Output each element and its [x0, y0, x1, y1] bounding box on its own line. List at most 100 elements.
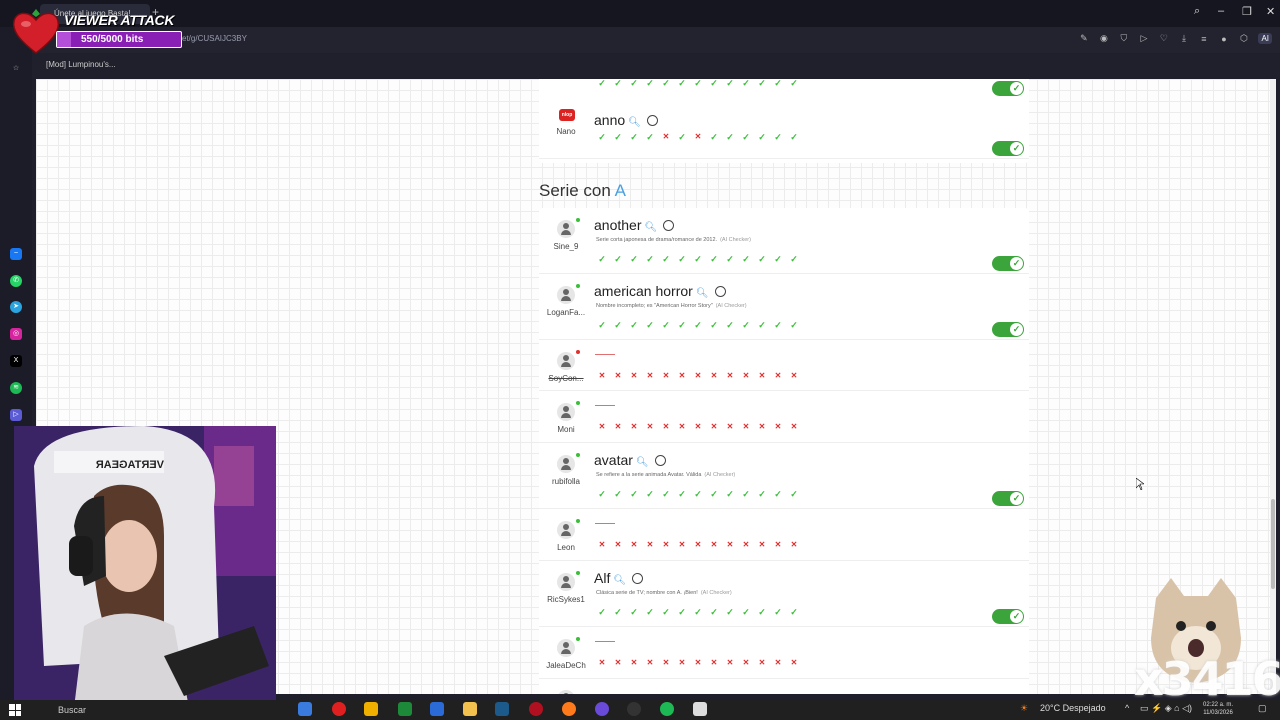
whatsapp-icon[interactable]: ✆	[10, 275, 22, 287]
x-icon[interactable]: X	[10, 355, 22, 367]
empty-answer	[595, 523, 615, 524]
search-icon[interactable]: ⌕	[1194, 5, 1200, 18]
title-bar	[0, 0, 1280, 27]
avatar	[557, 690, 575, 694]
instagram-icon[interactable]: ◎	[10, 328, 22, 340]
steam-icon[interactable]	[495, 702, 509, 716]
valid-toggle[interactable]	[992, 256, 1024, 271]
bookmark-item[interactable]: [Mod] Lumpinou's...	[46, 60, 116, 69]
shield-icon[interactable]: ⛉	[1118, 33, 1129, 44]
emoji-icon[interactable]	[646, 115, 658, 126]
close-button[interactable]: ✕	[1266, 5, 1275, 18]
search-icon[interactable]: 🔍︎	[613, 575, 626, 586]
windows-start-icon[interactable]	[9, 704, 21, 716]
folder-icon[interactable]	[463, 702, 477, 716]
ai-button[interactable]: AI	[1258, 33, 1272, 44]
emoji-icon[interactable]	[714, 286, 726, 297]
check-icon: ✓	[678, 79, 686, 88]
edit-icon[interactable]: ✎	[1078, 33, 1089, 44]
excel-icon[interactable]	[398, 702, 412, 716]
username: Sine_9	[553, 242, 579, 251]
search-icon[interactable]: 🔍︎	[628, 117, 641, 128]
check-icon: ✓	[790, 489, 798, 499]
check-icon: ✓	[710, 254, 718, 264]
tray-chevron-icon[interactable]: ^	[1125, 703, 1129, 713]
profile-icon[interactable]: ●	[1218, 34, 1229, 44]
extension-sidebar-icon[interactable]: ▷	[10, 409, 22, 421]
menu-icon[interactable]: ≡	[1198, 34, 1209, 44]
check-icon: ✓	[758, 254, 766, 264]
taskbar-app-icon[interactable]	[298, 702, 312, 716]
valid-toggle[interactable]	[992, 81, 1024, 96]
username: Nano	[556, 127, 576, 136]
svg-text:VERTAGEAR: VERTAGEAR	[96, 459, 164, 471]
telegram-icon[interactable]: ➤	[10, 301, 22, 313]
cross-icon: ✕	[710, 540, 718, 549]
valid-toggle[interactable]	[992, 609, 1024, 624]
valid-toggle[interactable]	[992, 141, 1024, 156]
extension-icon[interactable]: ⬡	[1238, 33, 1249, 44]
emoji-icon[interactable]	[663, 220, 675, 231]
maximize-button[interactable]: ❐	[1242, 5, 1252, 18]
check-icon: ✓	[710, 132, 718, 142]
status-dot	[576, 637, 580, 641]
taskbar-search[interactable]: Buscar	[32, 702, 232, 718]
minimize-button[interactable]: –	[1218, 5, 1224, 17]
check-icon: ✓	[598, 79, 606, 88]
search-icon[interactable]: 🔍︎	[696, 288, 709, 299]
ai-note-text: Se refiere a la serie animada Avatar. Vá…	[596, 472, 702, 478]
check-icon: ✓	[758, 320, 766, 330]
spotify-icon[interactable]: ≋	[10, 382, 22, 394]
notification-icon[interactable]: ▢	[1258, 703, 1267, 714]
heart-icon[interactable]: ♡	[1158, 33, 1169, 44]
cross-icon: ✕	[774, 371, 782, 380]
player-entry: JaleaDeCh ✕ ✕ ✕ ✕ ✕ ✕ ✕ ✕ ✕ ✕ ✕ ✕ ✕	[539, 627, 1029, 679]
scrollbar[interactable]	[1270, 79, 1276, 694]
player-entry: Leon ✕ ✕ ✕ ✕ ✕ ✕ ✕ ✕ ✕ ✕ ✕ ✕ ✕	[539, 509, 1029, 561]
mail-icon[interactable]	[430, 702, 444, 716]
check-icon: ✓	[758, 132, 766, 142]
firefox-icon[interactable]	[562, 702, 576, 716]
ai-note: Serie corta japonesa de drama/romance de…	[596, 237, 751, 243]
app-red-icon[interactable]	[529, 702, 543, 716]
username: Leon	[557, 543, 575, 552]
url-field[interactable]: et/g/CUSAIJC3BY	[182, 34, 247, 43]
taskbar-clock[interactable]: 02:22 a. m. 11/03/2026	[1203, 701, 1233, 717]
check-icon: ✓	[662, 489, 670, 499]
answer-text: avatar	[594, 452, 633, 468]
opera-icon[interactable]	[332, 702, 346, 716]
cross-icon: ✕	[646, 658, 654, 667]
discord-icon[interactable]	[595, 702, 609, 716]
valid-toggle[interactable]	[992, 322, 1024, 337]
play-icon[interactable]: ▷	[1138, 33, 1149, 44]
calendar-icon[interactable]	[364, 702, 378, 716]
tray-icons[interactable]: ▭ ⚡ ◈ ⌂ ◁)	[1140, 703, 1192, 714]
emoji-icon[interactable]	[654, 455, 666, 466]
avatar	[557, 455, 575, 473]
spotify-taskbar-icon[interactable]	[660, 702, 674, 716]
search-icon[interactable]: 🔍︎	[636, 457, 649, 468]
check-icon: ✓	[726, 607, 734, 617]
check-icon: ✓	[774, 132, 782, 142]
check-icon: ✓	[630, 79, 638, 88]
star-icon[interactable]: ☆	[10, 63, 22, 75]
cross-icon: ✕	[694, 371, 702, 380]
check-icon: ✓	[598, 132, 606, 142]
check-icon: ✓	[678, 320, 686, 330]
messenger-icon[interactable]: ~	[10, 248, 22, 260]
check-icon: ✓	[774, 489, 782, 499]
obs-icon[interactable]	[627, 702, 641, 716]
player-entry: SoyCon... ✕ ✕ ✕ ✕ ✕ ✕ ✕ ✕ ✕ ✕ ✕ ✕ ✕	[539, 340, 1029, 391]
check-icon: ✓	[710, 607, 718, 617]
app-white-icon[interactable]	[693, 702, 707, 716]
valid-toggle[interactable]	[992, 491, 1024, 506]
download-icon[interactable]: ⤓	[1178, 33, 1189, 44]
emoji-icon[interactable]	[632, 573, 644, 584]
scrollbar-thumb[interactable]	[1271, 499, 1275, 589]
player-entry: nlop Nano anno 🔍︎ ✓ ✓ ✓ ✓ ✕ ✓ ✕ ✓ ✓ ✓ ✓ ✓ ✓	[539, 103, 1029, 159]
cross-icon: ✕	[774, 422, 782, 431]
camera-icon[interactable]: ◉	[1098, 33, 1109, 44]
cross-icon: ✕	[598, 658, 606, 667]
search-icon[interactable]: 🔍︎	[644, 222, 657, 233]
cross-icon: ✕	[774, 540, 782, 549]
